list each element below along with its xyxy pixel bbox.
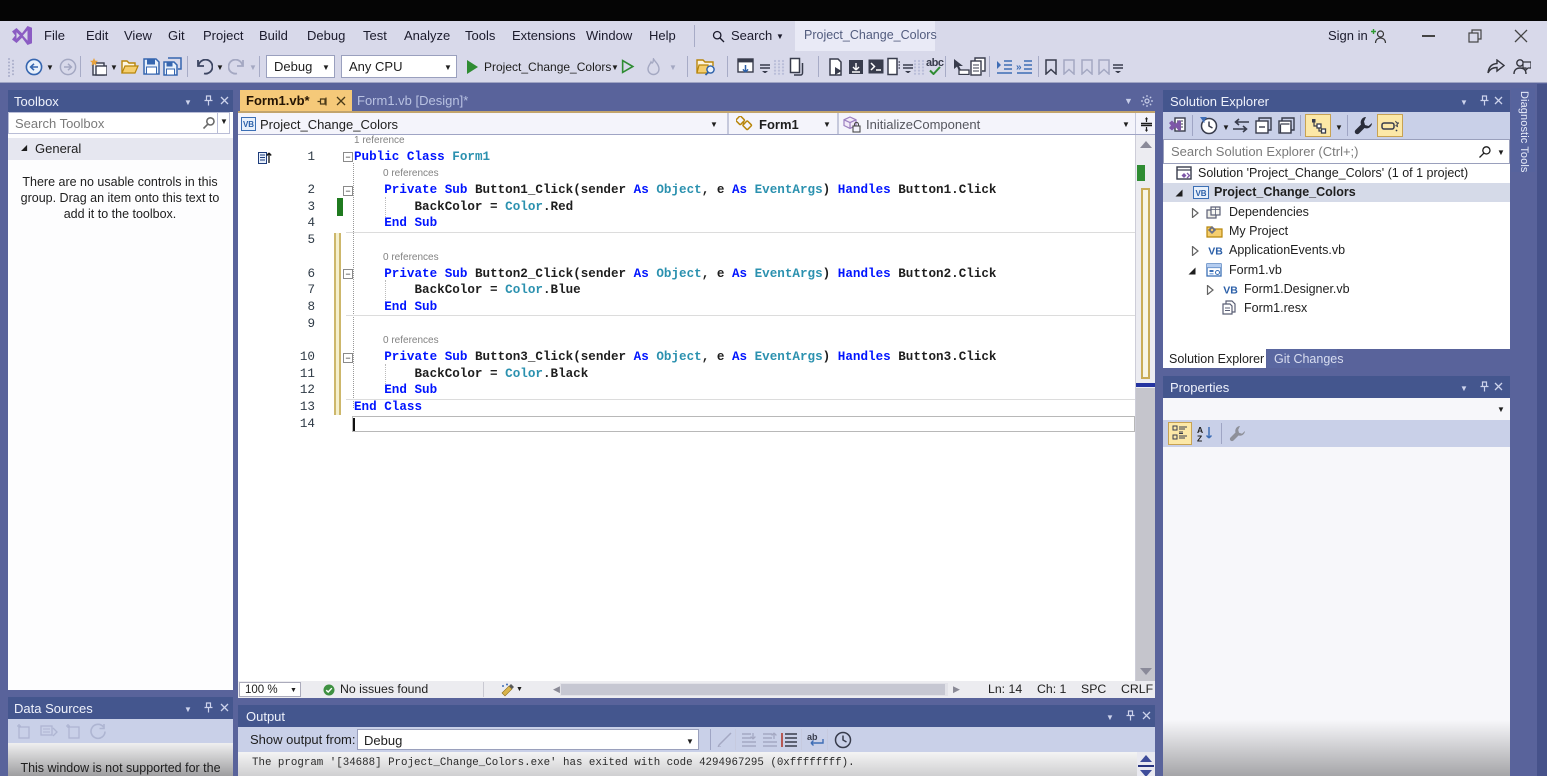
svg-text:VB: VB [1223,284,1238,295]
svg-text:ab: ab [807,732,818,742]
svg-text:VB: VB [243,120,254,129]
svg-text:»: » [1016,62,1022,73]
svg-text:Z: Z [1197,434,1202,443]
svg-text:VB: VB [1195,189,1206,198]
svg-text:VB: VB [1208,246,1223,257]
